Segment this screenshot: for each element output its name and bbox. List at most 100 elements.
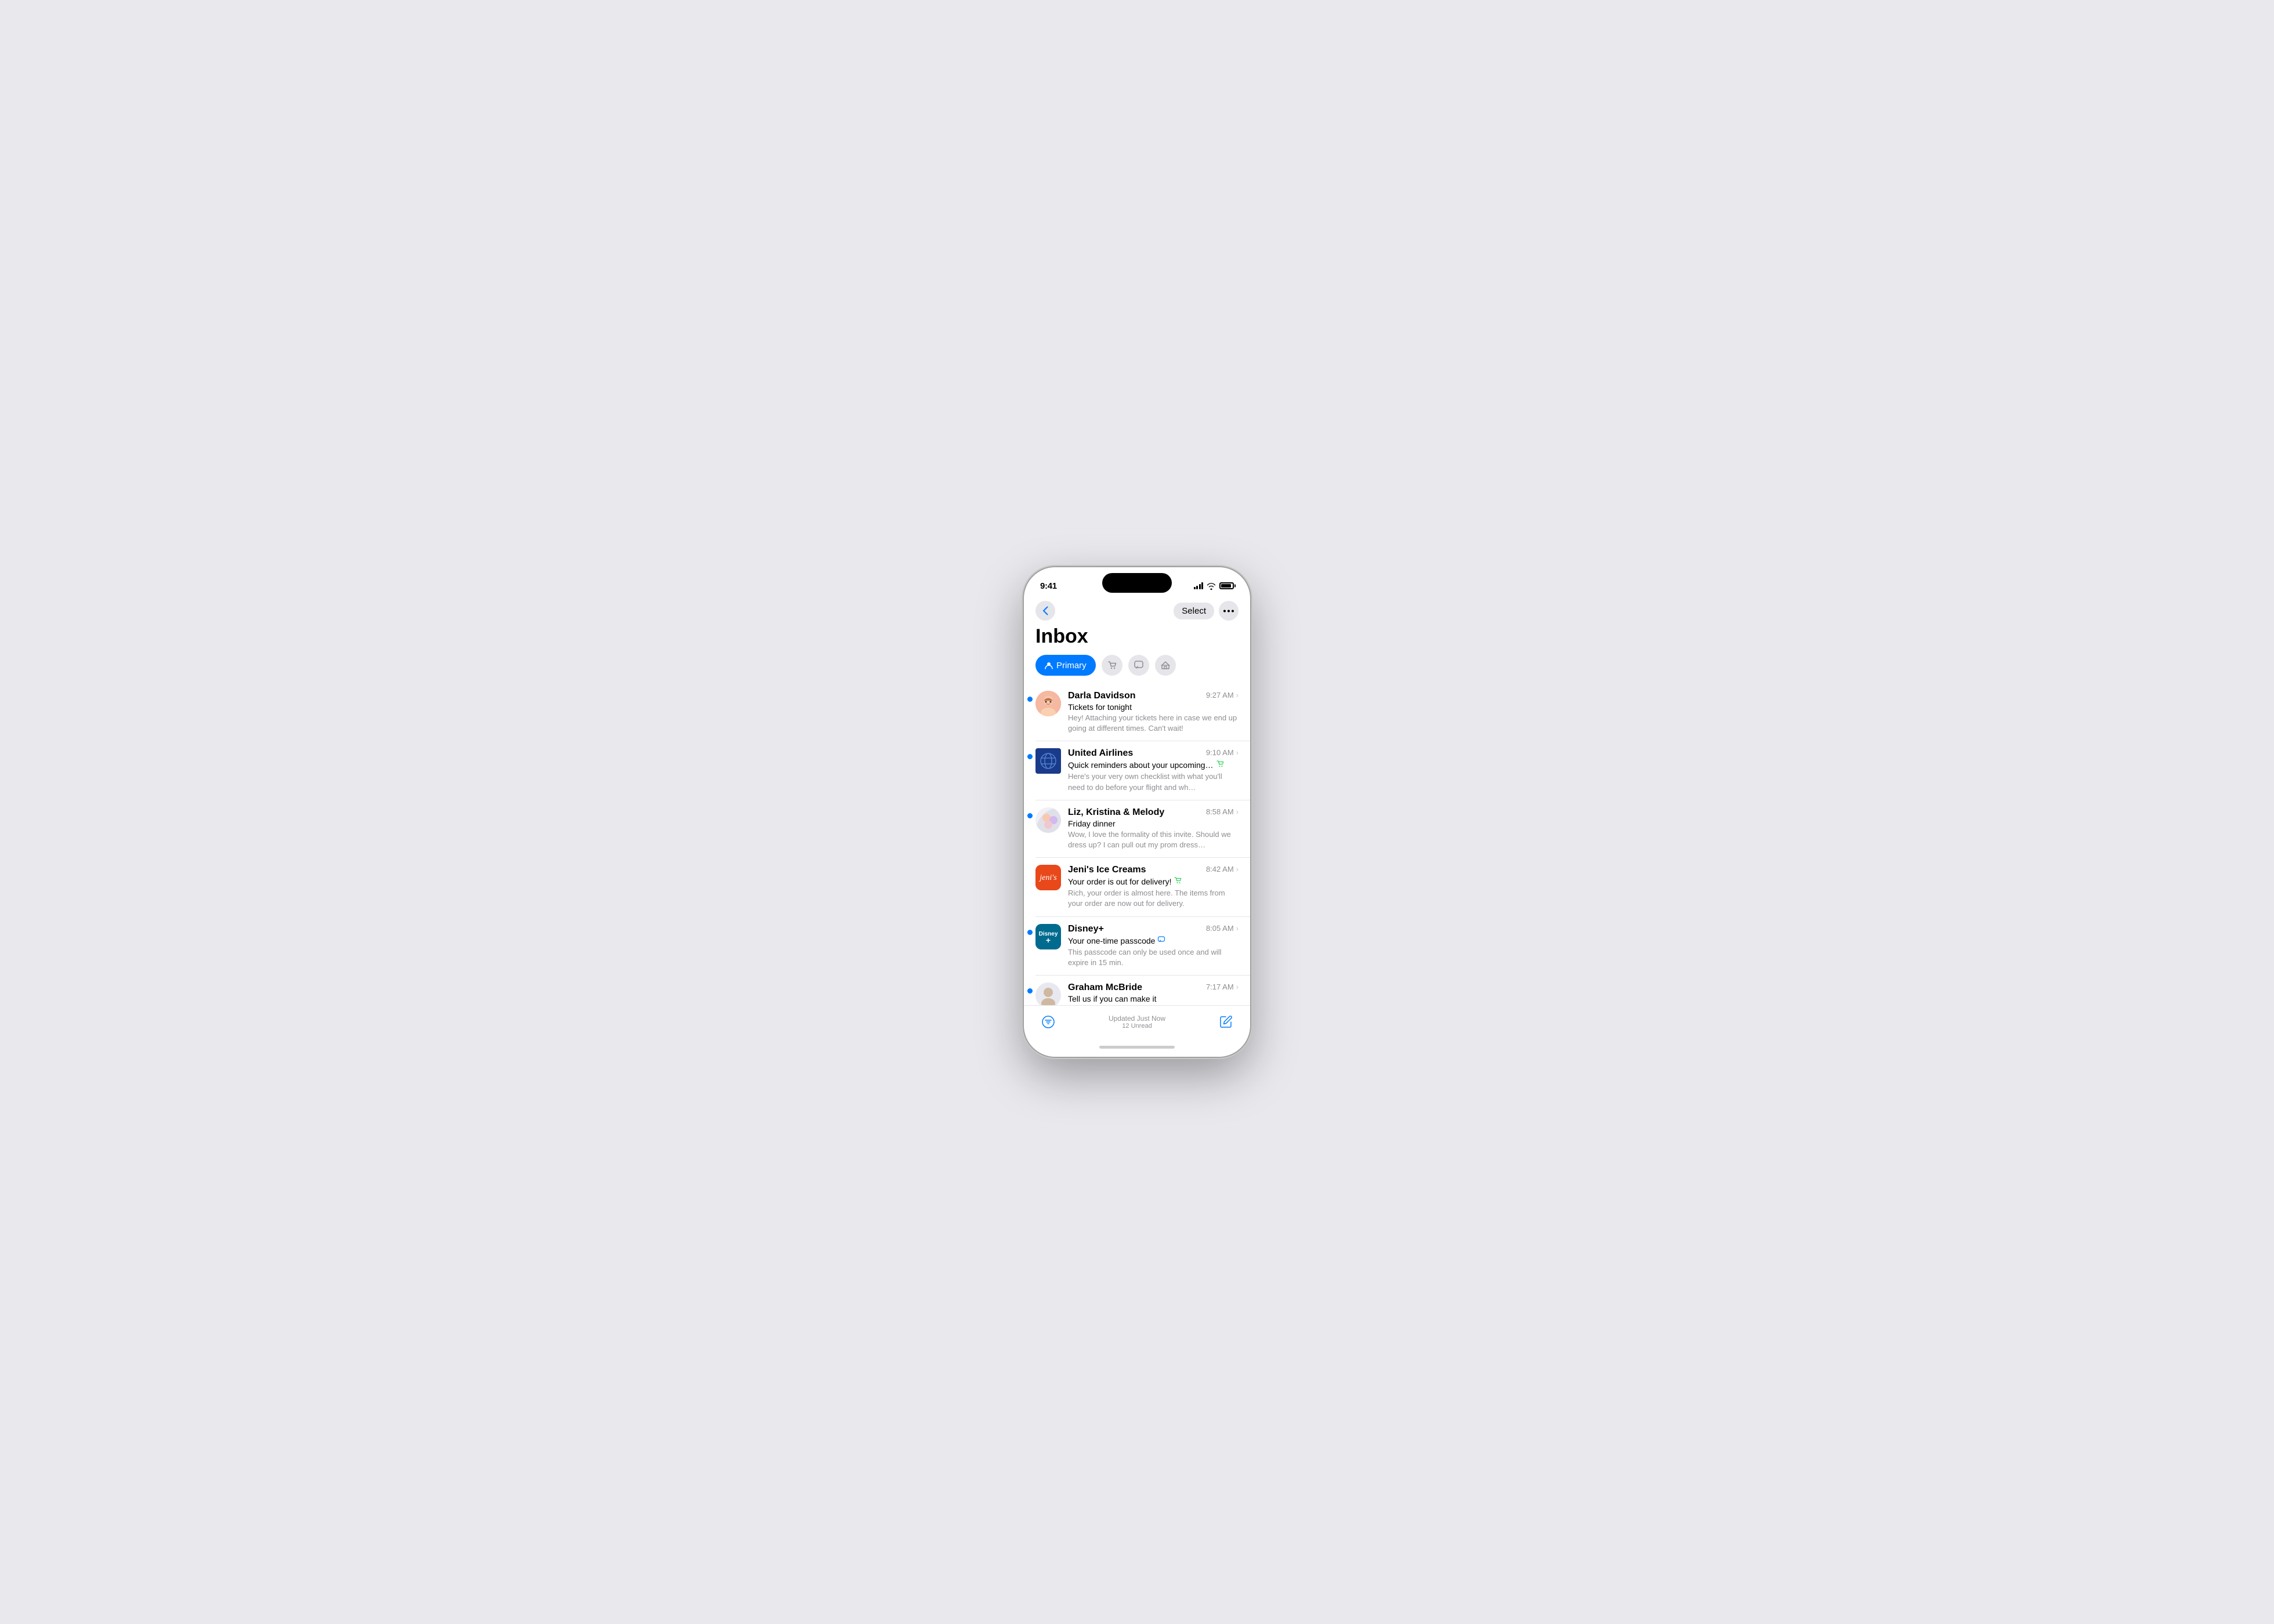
sender-name-5: Graham McBride bbox=[1068, 983, 1201, 993]
avatar-disney: Disney + bbox=[1035, 924, 1061, 949]
tab-promos[interactable] bbox=[1155, 655, 1176, 676]
sender-name-4: Disney+ bbox=[1068, 924, 1201, 934]
battery-icon bbox=[1219, 582, 1234, 589]
shopping-badge-1 bbox=[1216, 760, 1224, 770]
filter-tabs: Primary bbox=[1024, 655, 1250, 684]
tab-chat[interactable] bbox=[1128, 655, 1149, 676]
status-bar: 9:41 bbox=[1024, 567, 1250, 596]
page-title: Inbox bbox=[1024, 623, 1250, 655]
chevron-icon-2: › bbox=[1236, 807, 1239, 816]
email-content-4: Disney+ 8:05 AM › Your one-time passcode… bbox=[1068, 924, 1239, 968]
promos-icon bbox=[1160, 660, 1171, 670]
home-bar bbox=[1099, 1046, 1175, 1049]
email-time-3: 8:42 AM bbox=[1206, 865, 1234, 873]
email-content-0: Darla Davidson 9:27 AM › Tickets for ton… bbox=[1068, 691, 1239, 734]
email-item-2[interactable]: Liz, Kristina & Melody 8:58 AM › Friday … bbox=[1035, 800, 1250, 858]
avatar-group bbox=[1035, 807, 1061, 833]
email-content-2: Liz, Kristina & Melody 8:58 AM › Friday … bbox=[1068, 807, 1239, 850]
email-meta-2: 8:58 AM › bbox=[1206, 807, 1239, 816]
chevron-icon-3: › bbox=[1236, 865, 1239, 873]
email-header-3: Jeni's Ice Creams 8:42 AM › bbox=[1068, 865, 1239, 875]
phone-screen: 9:41 bbox=[1024, 567, 1250, 1057]
chevron-icon-4: › bbox=[1236, 924, 1239, 933]
email-item-1[interactable]: United Airlines 9:10 AM › Quick reminder… bbox=[1035, 741, 1250, 800]
email-subject-4: Your one-time passcode bbox=[1068, 936, 1239, 946]
email-preview-3: Rich, your order is almost here. The ite… bbox=[1068, 888, 1239, 909]
email-time-0: 9:27 AM bbox=[1206, 691, 1234, 699]
email-subject-2: Friday dinner bbox=[1068, 819, 1239, 828]
chat-icon bbox=[1134, 660, 1144, 670]
status-time: 9:41 bbox=[1040, 581, 1057, 591]
bottom-bar: Updated Just Now 12 Unread bbox=[1024, 1005, 1250, 1037]
unread-indicator bbox=[1027, 988, 1033, 994]
email-item-3[interactable]: jeni's Jeni's Ice Creams 8:42 AM › Your … bbox=[1035, 858, 1250, 916]
email-meta-4: 8:05 AM › bbox=[1206, 924, 1239, 933]
email-meta-3: 8:42 AM › bbox=[1206, 865, 1239, 873]
email-time-4: 8:05 AM bbox=[1206, 924, 1234, 933]
unread-indicator bbox=[1027, 813, 1033, 818]
email-time-2: 8:58 AM bbox=[1206, 807, 1234, 816]
shopping-badge-3 bbox=[1174, 876, 1182, 887]
email-preview-1: Here's your very own checklist with what… bbox=[1068, 771, 1239, 792]
chevron-icon-1: › bbox=[1236, 748, 1239, 757]
person-icon bbox=[1045, 661, 1053, 669]
email-item-0[interactable]: Darla Davidson 9:27 AM › Tickets for ton… bbox=[1035, 684, 1250, 741]
email-content-3: Jeni's Ice Creams 8:42 AM › Your order i… bbox=[1068, 865, 1239, 909]
sender-name-0: Darla Davidson bbox=[1068, 691, 1201, 701]
status-icons bbox=[1194, 582, 1234, 589]
svg-text:jeni's: jeni's bbox=[1038, 873, 1057, 882]
chat-badge-4 bbox=[1157, 936, 1165, 946]
email-meta-1: 9:10 AM › bbox=[1206, 748, 1239, 757]
email-subject-1: Quick reminders about your upcoming… bbox=[1068, 760, 1239, 770]
chevron-icon-0: › bbox=[1236, 691, 1239, 699]
sender-name-1: United Airlines bbox=[1068, 748, 1201, 759]
email-header-5: Graham McBride 7:17 AM › bbox=[1068, 983, 1239, 993]
email-item-4[interactable]: Disney + Disney+ 8:05 AM › Your one-time… bbox=[1035, 917, 1250, 976]
email-subject-3: Your order is out for delivery! bbox=[1068, 876, 1239, 887]
email-list: Darla Davidson 9:27 AM › Tickets for ton… bbox=[1024, 684, 1250, 1005]
unread-indicator bbox=[1027, 697, 1033, 702]
nav-bar: Select bbox=[1024, 596, 1250, 623]
email-preview-2: Wow, I love the formality of this invite… bbox=[1068, 829, 1239, 850]
email-content-1: United Airlines 9:10 AM › Quick reminder… bbox=[1068, 748, 1239, 792]
nav-right-actions: Select bbox=[1174, 601, 1239, 621]
wifi-icon bbox=[1207, 582, 1216, 589]
avatar-united bbox=[1035, 748, 1061, 774]
email-content-5: Graham McBride 7:17 AM › Tell us if you … bbox=[1068, 983, 1239, 1005]
home-indicator bbox=[1024, 1037, 1250, 1057]
tab-primary-label: Primary bbox=[1056, 661, 1087, 670]
avatar-jenis: jeni's bbox=[1035, 865, 1061, 890]
bottom-bar-center: Updated Just Now 12 Unread bbox=[1109, 1014, 1165, 1030]
email-header-1: United Airlines 9:10 AM › bbox=[1068, 748, 1239, 759]
signal-icon bbox=[1194, 582, 1204, 589]
email-subject-0: Tickets for tonight bbox=[1068, 702, 1239, 712]
email-subject-5: Tell us if you can make it bbox=[1068, 994, 1239, 1003]
phone-device: 9:41 bbox=[1024, 567, 1250, 1057]
tab-primary[interactable]: Primary bbox=[1035, 655, 1096, 676]
select-button[interactable]: Select bbox=[1174, 603, 1214, 619]
back-button[interactable] bbox=[1035, 601, 1055, 621]
unread-indicator bbox=[1027, 754, 1033, 759]
email-time-1: 9:10 AM bbox=[1206, 748, 1234, 757]
avatar-graham bbox=[1035, 983, 1061, 1005]
compose-button[interactable] bbox=[1215, 1012, 1236, 1032]
more-options-button[interactable] bbox=[1219, 601, 1239, 621]
unread-indicator bbox=[1027, 930, 1033, 935]
email-preview-4: This passcode can only be used once and … bbox=[1068, 947, 1239, 968]
email-time-5: 7:17 AM bbox=[1206, 983, 1234, 991]
chevron-icon-5: › bbox=[1236, 983, 1239, 991]
email-header-0: Darla Davidson 9:27 AM › bbox=[1068, 691, 1239, 701]
email-item-5[interactable]: Graham McBride 7:17 AM › Tell us if you … bbox=[1035, 976, 1250, 1005]
email-meta-0: 9:27 AM › bbox=[1206, 691, 1239, 699]
avatar-darla bbox=[1035, 691, 1061, 716]
tab-shopping[interactable] bbox=[1102, 655, 1122, 676]
unread-count: 12 Unread bbox=[1122, 1023, 1152, 1030]
sender-name-2: Liz, Kristina & Melody bbox=[1068, 807, 1201, 818]
sender-name-3: Jeni's Ice Creams bbox=[1068, 865, 1201, 875]
svg-text:+: + bbox=[1046, 936, 1051, 945]
shopping-icon bbox=[1107, 660, 1117, 670]
filter-button[interactable] bbox=[1038, 1012, 1059, 1032]
email-header-4: Disney+ 8:05 AM › bbox=[1068, 924, 1239, 934]
updated-text: Updated Just Now bbox=[1109, 1014, 1165, 1023]
email-meta-5: 7:17 AM › bbox=[1206, 983, 1239, 991]
